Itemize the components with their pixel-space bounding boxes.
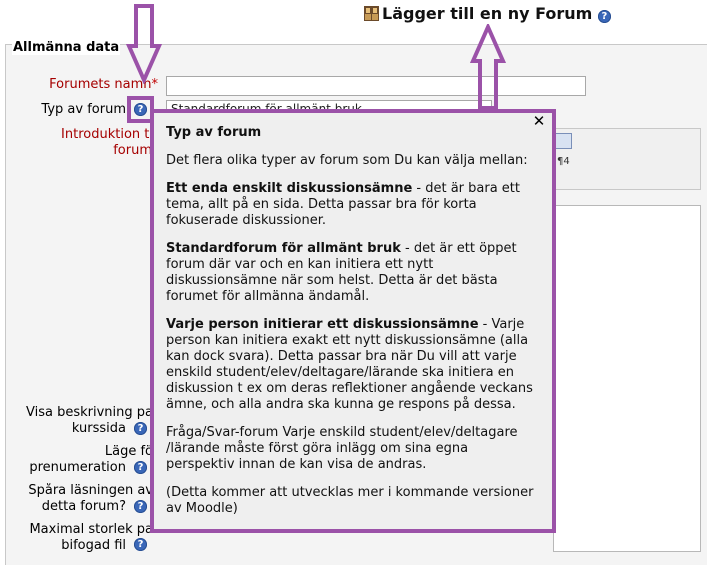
popup-qanda-text: Fråga/Svar-forum Varje enskild student/e… — [166, 425, 518, 472]
subscription-label-line2: prenumeration — [29, 460, 126, 475]
down-arrow-annotation — [126, 4, 162, 84]
forum-type-label: Typ av forum — [41, 102, 126, 117]
popup-single-section: Ett enda enskilt diskussionsämne - det ä… — [166, 181, 540, 229]
close-icon[interactable]: ✕ — [532, 114, 546, 129]
maxsize-help-icon[interactable]: ? — [134, 538, 147, 551]
show-desc-help-icon[interactable]: ? — [134, 422, 147, 435]
subscription-label-line1: Läge fö — [104, 444, 153, 459]
page-title: Lägger till en ny Forum ? — [364, 4, 611, 23]
editor-content-area[interactable] — [553, 205, 701, 552]
toolbar-paragraph-icon[interactable]: ¶4 — [557, 156, 570, 167]
help-icon[interactable]: ? — [597, 10, 611, 23]
popup-note-text: (Detta kommer att utvecklas mer i komman… — [166, 485, 534, 516]
maxsize-label-line1: Maximal storlek pa — [29, 522, 153, 537]
intro-label-line2: forum — [113, 143, 152, 158]
help-popup: ✕ Typ av forum Det flera olika typer av … — [153, 112, 553, 530]
forum-type-help-icon[interactable]: ? — [134, 103, 147, 116]
editor-toolbar: ¶4 — [553, 128, 701, 190]
toolbar-window-icon[interactable] — [554, 133, 572, 149]
track-label-line2: detta forum? — [41, 499, 126, 514]
forum-icon — [364, 6, 379, 21]
maxsize-label-line2: bifogad fil — [61, 538, 126, 553]
track-label-line1: Spåra läsningen av — [28, 483, 153, 498]
popup-single-title: Ett enda enskilt diskussionsämne — [166, 181, 413, 196]
intro-label-line1: Introduktion ti — [61, 127, 153, 142]
track-help-icon[interactable]: ? — [134, 500, 147, 513]
up-arrow-annotation — [470, 24, 506, 110]
popup-eachuser-title: Varje person initierar ett diskussionsäm… — [166, 317, 479, 332]
popup-general-section: Standardforum för allmänt bruk - det är … — [166, 241, 540, 305]
forum-name-input[interactable] — [166, 76, 586, 96]
popup-general-title: Standardforum för allmänt bruk — [166, 241, 401, 256]
show-desc-label-line1: Visa beskrivning pa — [26, 405, 153, 420]
page-title-text: Lägger till en ny Forum — [382, 4, 593, 23]
popup-title: Typ av forum — [166, 125, 262, 140]
show-desc-label-line2: kurssida — [71, 421, 126, 436]
popup-eachuser-section: Varje person initierar ett diskussionsäm… — [166, 317, 540, 413]
subscription-help-icon[interactable]: ? — [134, 461, 147, 474]
popup-intro: Det flera olika typer av forum som Du ka… — [166, 153, 528, 168]
section-legend: Allmänna data — [12, 40, 121, 55]
